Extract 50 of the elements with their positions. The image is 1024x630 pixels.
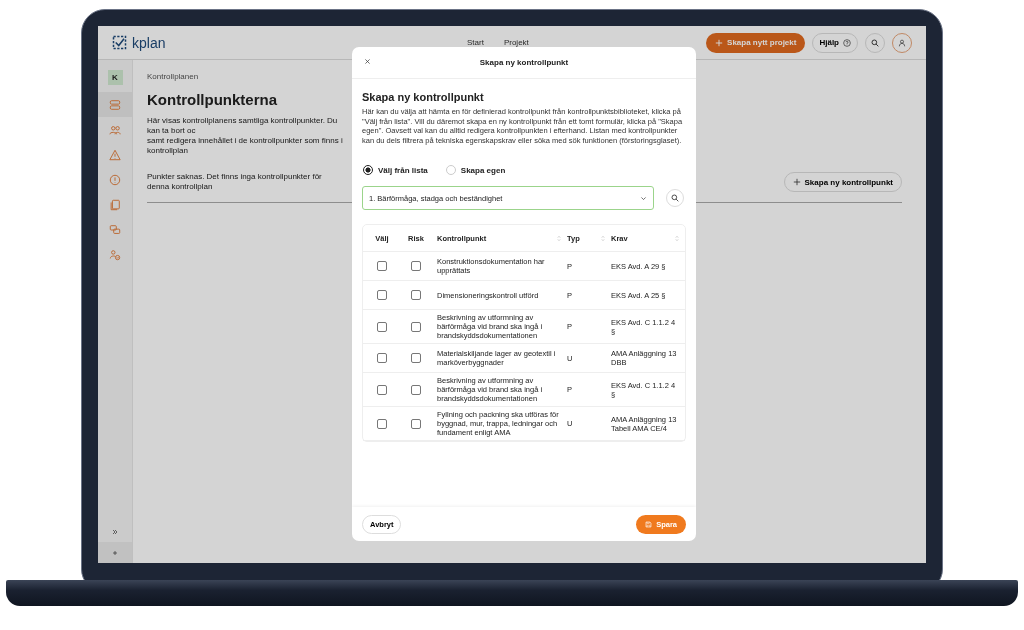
empty-message: Punkter saknas. Det finns inga kontrollpunkter för denna kontrollplan (147, 172, 323, 192)
user-check-icon (109, 248, 121, 261)
risk-checkbox[interactable] (411, 321, 421, 332)
modal-title: Skapa ny kontrollpunkt (479, 58, 569, 67)
radio-label[interactable]: Välj från lista (378, 165, 428, 175)
documents-icon (109, 198, 121, 211)
nav-link[interactable]: Start (467, 38, 484, 47)
help-button[interactable]: Hjälp (812, 32, 858, 53)
logo-icon (112, 35, 127, 50)
plus-icon (111, 548, 119, 557)
logo-text: kplan (132, 34, 166, 51)
project-badge[interactable]: K (107, 70, 123, 85)
search-button[interactable] (666, 189, 684, 208)
risk-checkbox[interactable] (411, 353, 421, 364)
search-button[interactable] (865, 32, 885, 53)
page-title: Kontrollpunkterna (147, 91, 277, 108)
close-icon (364, 58, 371, 65)
double-chevron-icon (111, 527, 119, 536)
risk-checkbox[interactable] (411, 261, 421, 272)
layers-icon (109, 98, 121, 111)
select-checkbox[interactable] (377, 384, 387, 395)
modal-heading: Skapa ny kontrollpunkt (362, 91, 485, 103)
help-icon (843, 38, 851, 47)
radio-label[interactable]: Skapa egen (460, 165, 506, 175)
chevron-down-icon (640, 194, 647, 202)
radio-button[interactable] (363, 165, 373, 176)
chat-icon (109, 223, 121, 236)
risk-checkbox[interactable] (411, 384, 421, 395)
select-checkbox[interactable] (377, 418, 387, 429)
info-icon (109, 173, 121, 186)
avatar-button[interactable] (892, 32, 912, 53)
close-button[interactable] (362, 56, 373, 67)
plus-icon (715, 38, 724, 47)
save-icon (645, 520, 653, 528)
plus-icon (792, 178, 801, 186)
select-checkbox[interactable] (377, 321, 387, 332)
risk-checkbox[interactable] (411, 290, 421, 301)
select-checkbox[interactable] (377, 353, 387, 364)
search-icon (871, 38, 879, 47)
select-checkbox[interactable] (377, 290, 387, 301)
user-icon (898, 38, 906, 47)
people-icon (109, 123, 121, 136)
risk-checkbox[interactable] (411, 418, 421, 429)
search-icon (671, 194, 679, 203)
warning-icon (109, 148, 121, 161)
nav-link[interactable]: Projekt (503, 38, 529, 47)
breadcrumb[interactable]: Kontrollplanen (147, 72, 199, 81)
select-checkbox[interactable] (377, 261, 387, 272)
page-description: samt redigera innehållet i de kontrollpunkter som finns i kontrollplan (147, 136, 343, 156)
add-checkpoint-button[interactable]: Skapa ny kontrollpunkt (783, 172, 902, 192)
